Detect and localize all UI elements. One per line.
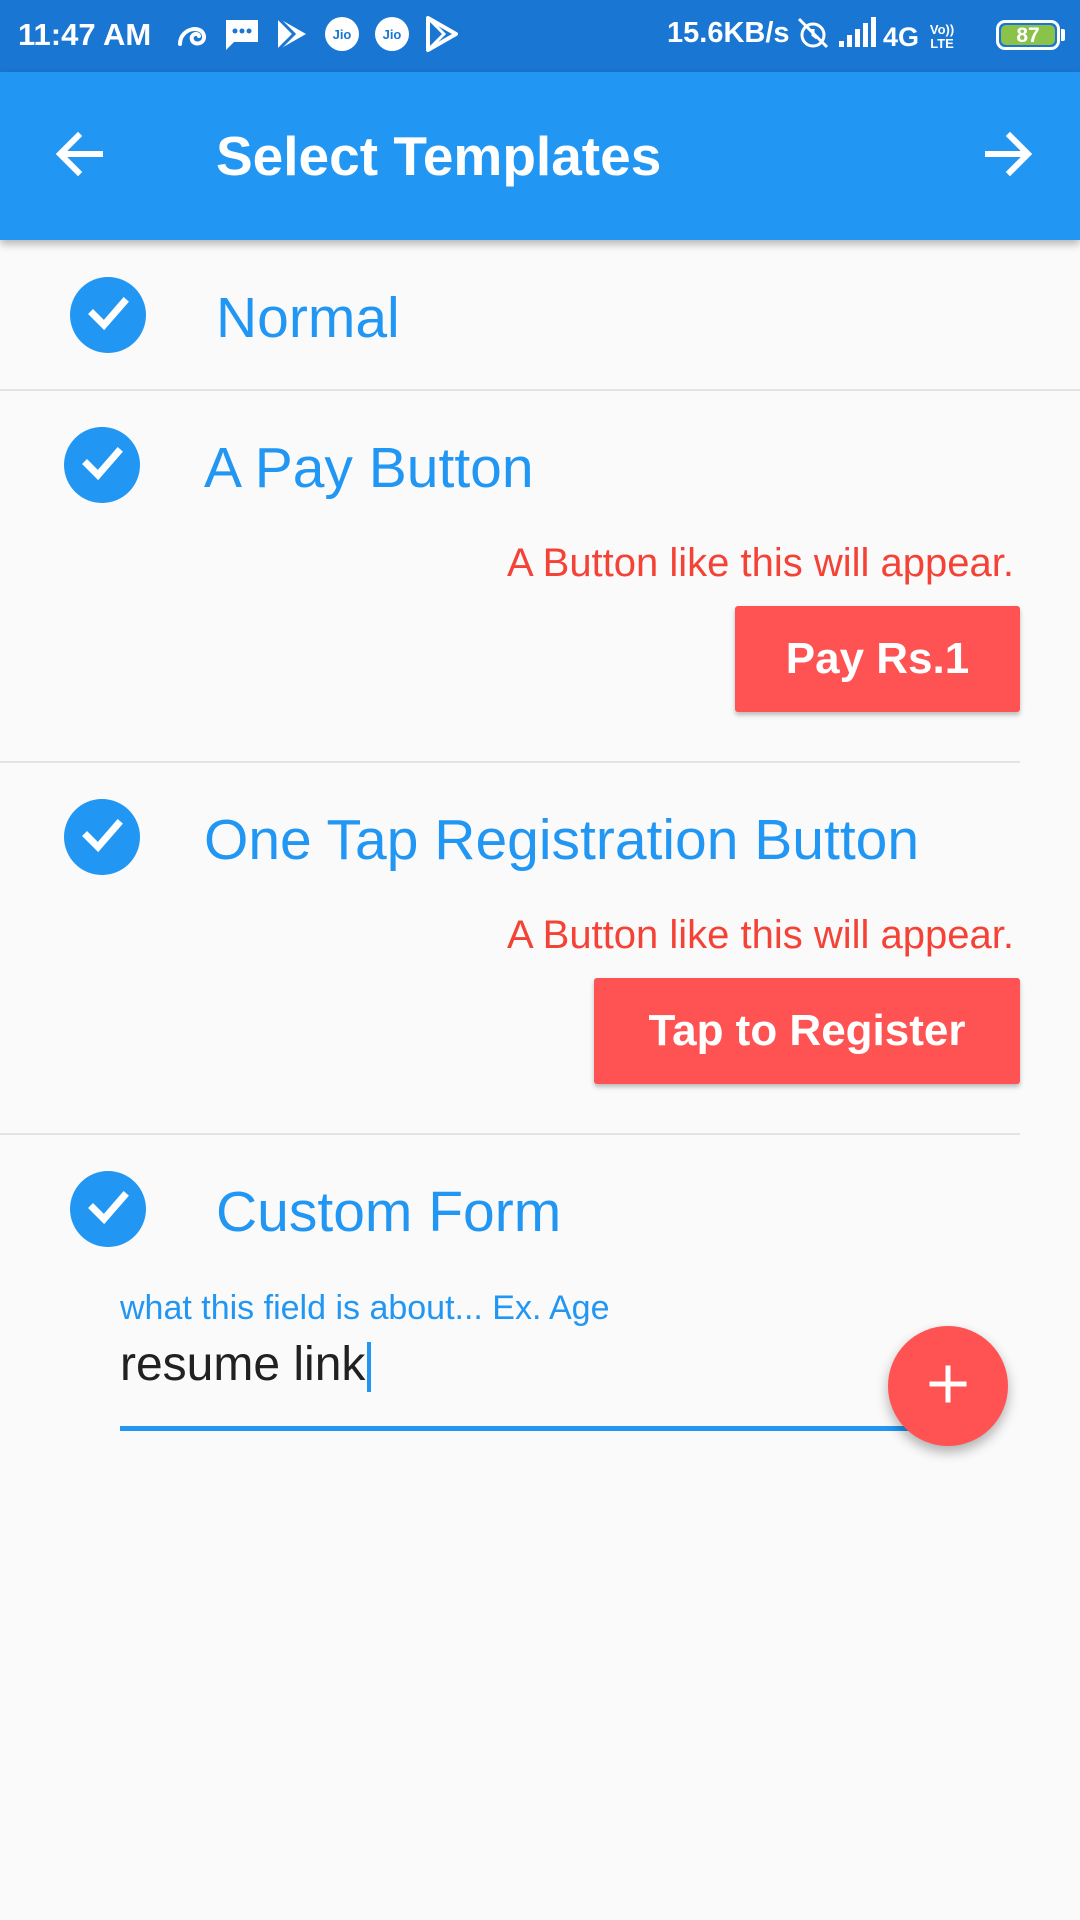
play-store-icon (422, 14, 462, 54)
message-icon (222, 14, 262, 54)
pay-button-checkbox[interactable] (64, 427, 140, 503)
registration-button-hint: A Button like this will appear. (507, 913, 1014, 957)
network-type: 4G (883, 21, 920, 52)
check-icon (79, 812, 125, 863)
battery-level: 87 (1001, 25, 1055, 46)
svg-text:Jio: Jio (333, 27, 352, 42)
pay-button-preview[interactable]: Pay Rs.1 (735, 606, 1020, 712)
divider (0, 1133, 1020, 1135)
tap-to-register-button-preview[interactable]: Tap to Register (594, 978, 1020, 1084)
custom-field-input[interactable] (120, 1336, 920, 1392)
normal-checkbox[interactable] (70, 277, 146, 353)
page-title: Select Templates (216, 125, 662, 187)
uc-browser-icon (172, 14, 212, 54)
check-icon (85, 290, 131, 341)
check-icon (85, 1184, 131, 1235)
template-title-custom-form[interactable]: Custom Form (216, 1179, 561, 1245)
volte-indicator: Vo)) LTE (929, 22, 955, 51)
pay-button-hint: A Button like this will appear. (507, 541, 1014, 585)
system-icons: 4G Vo)) LTE (795, 15, 959, 59)
status-bar: 11:47 AM Jio Jio 15.6KB/s 4G Vo)) LTE 87 (0, 0, 1080, 72)
registration-button-checkbox[interactable] (64, 799, 140, 875)
template-title-registration-button[interactable]: One Tap Registration Button (204, 807, 919, 873)
jio-icon: Jio (322, 14, 362, 54)
custom-field-label: what this field is about... Ex. Age (120, 1289, 610, 1327)
battery-icon: 87 (996, 20, 1060, 50)
text-cursor (367, 1342, 371, 1392)
status-time: 11:47 AM (18, 17, 152, 52)
app-bar: Select Templates (0, 72, 1080, 240)
battery-tip (1061, 29, 1065, 41)
next-button[interactable] (978, 126, 1038, 186)
custom-form-checkbox[interactable] (70, 1171, 146, 1247)
play-icon (272, 14, 312, 54)
divider (0, 389, 1080, 391)
notification-icons: Jio Jio (172, 14, 462, 54)
svg-text:Jio: Jio (383, 27, 402, 42)
check-icon (79, 440, 125, 491)
arrow-back-icon (52, 126, 108, 187)
jio-icon: Jio (372, 14, 412, 54)
template-title-normal[interactable]: Normal (216, 285, 400, 351)
template-title-pay-button[interactable]: A Pay Button (204, 435, 534, 501)
back-button[interactable] (50, 126, 110, 186)
alarm-off-icon (795, 15, 831, 59)
plus-icon (924, 1360, 972, 1413)
add-field-button[interactable] (888, 1326, 1008, 1446)
network-speed: 15.6KB/s (667, 17, 790, 49)
divider (0, 761, 1020, 763)
custom-field-underline (120, 1426, 920, 1431)
arrow-forward-icon (980, 126, 1036, 187)
signal-icon (837, 17, 877, 57)
